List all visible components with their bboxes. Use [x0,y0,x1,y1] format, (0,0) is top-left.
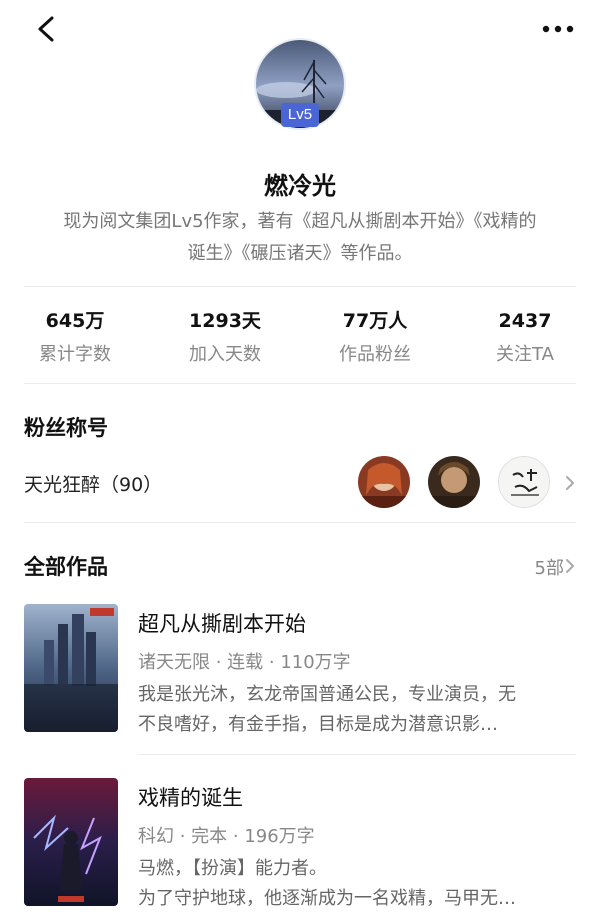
author-bio: 现为阅文集团Lv5作家，著有《超凡从撕剧本开始》《戏精的 诞生》《碾压诸天》等作… [24,206,576,270]
stat-label: 累计字数 [39,344,111,365]
divider [24,522,576,523]
level-badge: Lv5 [281,103,319,127]
fan-title-label[interactable]: 天光狂醉（90） [24,470,162,497]
divider [24,383,576,384]
stat-days-joined: 1293天 加入天数 [150,306,300,376]
stat-value: 77万人 [342,310,408,332]
book-title[interactable]: 戏精的诞生 [138,782,243,812]
book-meta: 诸天无限 · 连载 · 110万字 [138,652,351,673]
fan-title-heading: 粉丝称号 [24,416,108,440]
fan-avatar-list[interactable] [358,456,568,510]
fan-avatar[interactable] [428,456,480,508]
chevron-left-icon[interactable] [30,12,64,46]
book-item[interactable]: 戏精的诞生 科幻 · 完本 · 196万字 马燃，【扮演】能力者。 为了守护地球… [0,778,600,916]
divider [138,754,576,755]
stat-label: 关注TA [496,344,554,365]
book-item[interactable]: 超凡从撕剧本开始 诸天无限 · 连载 · 110万字 我是张光沐，玄龙帝国普通公… [0,604,600,754]
author-name: 燃冷光 [264,172,336,200]
book-cover[interactable] [24,604,118,732]
bio-line: 现为阅文集团Lv5作家，著有《超凡从撕剧本开始》《戏精的 [63,211,537,232]
stat-value: 2437 [498,310,552,332]
stat-value: 645万 [45,310,105,332]
divider [24,286,576,287]
stat-following[interactable]: 2437 关注TA [450,306,600,376]
book-meta: 科幻 · 完本 · 196万字 [138,826,315,847]
desc-line: 为了守护地球，他逐渐成为一名戏精，马甲无… [138,888,516,909]
chevron-right-icon[interactable] [564,557,576,575]
desc-line: 我是张光沐，玄龙帝国普通公民，专业演员，无 [138,684,516,705]
works-count[interactable]: 5部 [535,554,564,580]
stat-value: 1293天 [189,310,261,332]
book-title[interactable]: 超凡从撕剧本开始 [138,608,306,638]
stat-label: 作品粉丝 [339,344,411,365]
more-dots-icon[interactable] [538,14,578,44]
stat-fans[interactable]: 77万人 作品粉丝 [300,306,450,376]
bio-line: 诞生》《碾压诸天》等作品。 [187,243,413,264]
fan-avatar[interactable] [498,456,550,508]
stats-row: 645万 累计字数 1293天 加入天数 77万人 作品粉丝 2437 关注TA [0,306,600,376]
book-description: 我是张光沐，玄龙帝国普通公民，专业演员，无 不良嗜好，有金手指，目标是成为潜意识… [138,680,578,740]
desc-line: 不良嗜好，有金手指，目标是成为潜意识影… [138,714,498,735]
fan-avatar[interactable] [358,456,410,508]
stat-label: 加入天数 [189,344,261,365]
works-heading: 全部作品 [24,555,108,579]
stat-word-count: 645万 累计字数 [0,306,150,376]
book-cover[interactable] [24,778,118,906]
book-description: 马燃，【扮演】能力者。 为了守护地球，他逐渐成为一名戏精，马甲无… [138,854,578,914]
desc-line: 马燃，【扮演】能力者。 [138,858,327,879]
chevron-right-icon[interactable] [564,474,576,492]
